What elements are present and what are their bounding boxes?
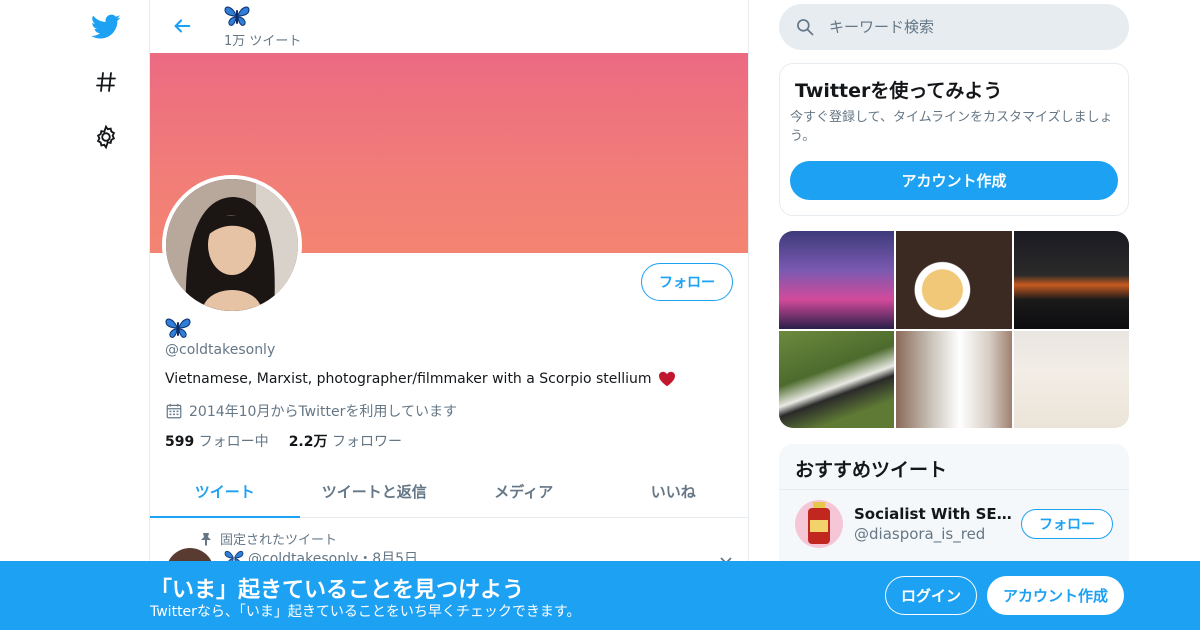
profile-bio: Vietnamese, Marxist, photographer/filmma…: [165, 371, 676, 387]
recommended-follow-button[interactable]: フォロー: [1021, 509, 1113, 539]
signup-button[interactable]: アカウント作成: [987, 576, 1124, 615]
profile-avatar[interactable]: [162, 175, 302, 315]
search-input[interactable]: [829, 18, 1089, 36]
butterfly-icon: [224, 4, 250, 28]
following-label: フォロー中: [198, 434, 269, 450]
media-thumbnail[interactable]: [896, 231, 1012, 329]
bottom-signup-bar: 「いま」起きていることを見つけよう Twitterなら、「いま」起きていることを…: [0, 561, 1200, 630]
joined-text: 2014年10月からTwitterを利用しています: [189, 404, 457, 420]
login-button[interactable]: ログイン: [885, 576, 977, 615]
followers-count: 2.2万: [288, 434, 328, 450]
tab-tweets-and-replies[interactable]: ツイートと返信: [300, 466, 450, 517]
media-thumbnail[interactable]: [896, 330, 1012, 428]
recommended-account-avatar[interactable]: [795, 500, 843, 548]
signup-card-description: 今すぐ登録して、タイムラインをカスタマイズしましょう。: [790, 110, 1113, 144]
follow-stats: 599 フォロー中 2.2万 フォロワー: [165, 431, 402, 451]
follow-button[interactable]: フォロー: [641, 263, 733, 301]
back-arrow-icon[interactable]: [168, 12, 196, 40]
joined-date: 2014年10月からTwitterを利用しています: [165, 401, 457, 421]
followers-label: フォロワー: [331, 434, 402, 450]
divider: [779, 489, 1129, 490]
create-account-button[interactable]: アカウント作成: [790, 161, 1118, 200]
following-stat[interactable]: 599 フォロー中: [165, 431, 269, 451]
profile-column: 1万 ツイート フォロー @coldtakesonly Vietnamese, …: [149, 0, 749, 630]
recommended-title: おすすめツイート: [795, 459, 948, 481]
recommended-account-name[interactable]: Socialist With SE Asi...: [854, 505, 1014, 523]
tab-tweets[interactable]: ツイート: [150, 466, 300, 518]
recommended-account-handle: @diaspora_is_red: [854, 525, 986, 543]
bio-text: Vietnamese, Marxist, photographer/filmma…: [165, 371, 652, 387]
media-thumbnail[interactable]: [1013, 330, 1129, 428]
profile-tabs: ツイート ツイートと返信 メディア いいね: [150, 466, 748, 518]
profile-handle: @coldtakesonly: [165, 342, 276, 358]
media-grid: [779, 231, 1129, 428]
signup-card-title: Twitterを使ってみよう: [795, 80, 1003, 102]
tab-media[interactable]: メディア: [449, 466, 599, 517]
signup-card: Twitterを使ってみよう 今すぐ登録して、タイムラインをカスタマイズしましょ…: [779, 63, 1129, 216]
pinned-text: 固定されたツイート: [220, 533, 338, 548]
search-icon: [795, 17, 815, 37]
followers-stat[interactable]: 2.2万 フォロワー: [289, 431, 402, 451]
following-count: 599: [165, 434, 195, 450]
app-root: 1万 ツイート フォロー @coldtakesonly Vietnamese, …: [0, 0, 1200, 630]
media-thumbnail[interactable]: [779, 231, 895, 329]
media-thumbnail[interactable]: [779, 330, 895, 428]
tweet-count: 1万 ツイート: [224, 34, 302, 49]
bottom-bar-subtitle: Twitterなら、「いま」起きていることをいち早くチェックできます。: [150, 604, 581, 620]
pin-icon: [200, 532, 212, 546]
butterfly-icon: [165, 316, 191, 340]
heart-icon: [658, 371, 676, 387]
pinned-tweet-label: 固定されたツイート: [200, 529, 337, 548]
calendar-icon: [165, 402, 183, 420]
media-thumbnail[interactable]: [1013, 231, 1129, 329]
profile-header-bar: 1万 ツイート: [150, 0, 748, 53]
twitter-bird-icon[interactable]: [90, 11, 122, 43]
bottom-bar-title: 「いま」起きていることを見つけよう: [150, 578, 525, 603]
search-box[interactable]: [779, 4, 1129, 50]
hashtag-icon[interactable]: [90, 66, 122, 98]
left-nav: [80, 0, 132, 630]
tab-likes[interactable]: いいね: [599, 466, 749, 517]
gear-icon[interactable]: [90, 121, 122, 153]
